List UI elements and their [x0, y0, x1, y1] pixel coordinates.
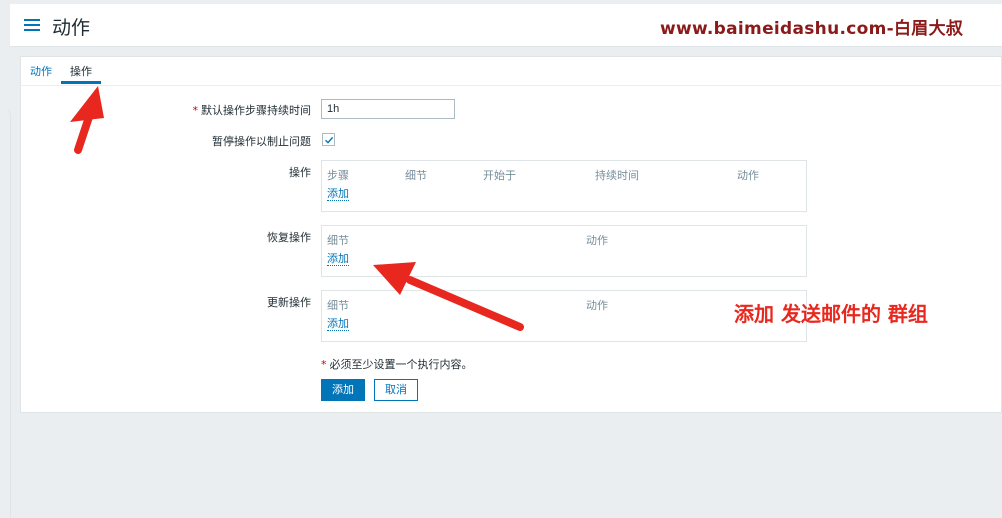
- column-header-detail: 细节: [405, 169, 427, 182]
- hamburger-menu-icon[interactable]: [24, 19, 40, 31]
- recovery-operations-table: 细节 动作 添加: [321, 225, 807, 277]
- left-sidebar-edge: [0, 108, 11, 518]
- default-duration-input[interactable]: [321, 99, 455, 119]
- annotation-text: 添加 发送邮件的 群组: [734, 302, 928, 326]
- default-duration-label: * 默认操作步骤持续时间: [192, 104, 312, 117]
- action-form-panel: 动作 操作 *默认操作步骤持续时间 暂停操作以制止问题 操作 步骤 细节 开始于…: [20, 56, 1002, 413]
- active-tab-indicator: [61, 81, 101, 84]
- add-recovery-operation-link[interactable]: 添加: [327, 252, 349, 266]
- update-operations-label: 更新操作: [267, 296, 311, 309]
- recovery-operations-label: 恢复操作: [267, 231, 311, 244]
- add-update-operation-link[interactable]: 添加: [327, 317, 349, 331]
- pause-operations-label: 暂停操作以制止问题: [212, 135, 311, 148]
- column-header-step: 步骤: [327, 169, 349, 182]
- checkmark-icon: [325, 136, 334, 144]
- required-asterisk: *: [192, 104, 199, 117]
- add-operation-link[interactable]: 添加: [327, 187, 349, 201]
- column-header-action: 动作: [737, 169, 759, 182]
- tab-action[interactable]: 动作: [30, 63, 52, 79]
- required-asterisk: *: [321, 358, 327, 371]
- column-header-action: 动作: [586, 299, 608, 312]
- tab-operations[interactable]: 操作: [70, 63, 92, 79]
- operations-table: 步骤 细节 开始于 持续时间 动作 添加: [321, 160, 807, 212]
- watermark-text: www.baimeidashu.com-白眉大叔: [660, 19, 964, 39]
- required-note: * 必须至少设置一个执行内容。: [321, 358, 473, 371]
- column-header-detail: 细节: [327, 234, 349, 247]
- add-button[interactable]: 添加: [321, 379, 365, 401]
- tab-bar: 动作 操作: [21, 57, 1001, 86]
- pause-operations-checkbox[interactable]: [322, 133, 335, 146]
- page-header: 动作 www.baimeidashu.com-白眉大叔: [10, 4, 1002, 47]
- column-header-duration: 持续时间: [595, 169, 639, 182]
- cancel-button[interactable]: 取消: [374, 379, 418, 401]
- column-header-detail: 细节: [327, 299, 349, 312]
- operations-label: 操作: [289, 166, 311, 179]
- column-header-action: 动作: [586, 234, 608, 247]
- column-header-start: 开始于: [483, 169, 516, 182]
- page-title: 动作: [52, 17, 91, 39]
